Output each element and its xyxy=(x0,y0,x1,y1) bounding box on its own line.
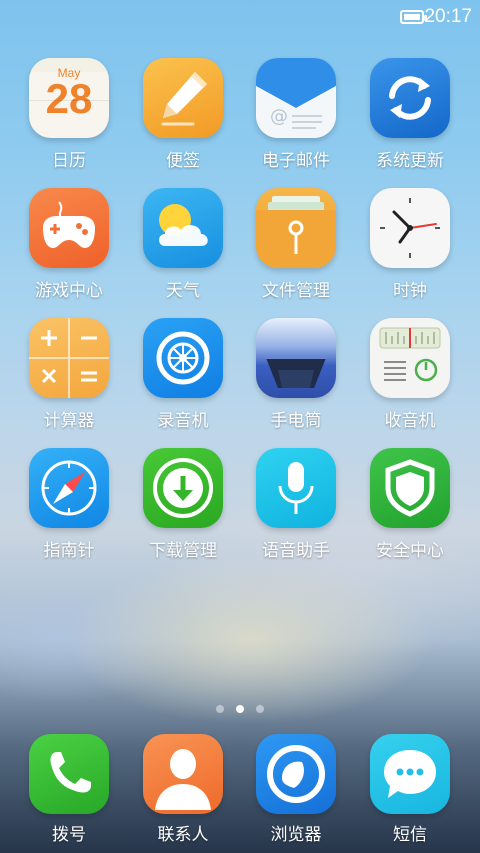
app-phone[interactable]: 拨号 xyxy=(12,734,126,845)
app-label: 拨号 xyxy=(52,825,86,845)
gamepad-icon xyxy=(29,188,109,268)
message-icon xyxy=(370,734,450,814)
app-label: 浏览器 xyxy=(270,825,322,845)
page-dot[interactable] xyxy=(216,705,224,713)
app-label: 计算器 xyxy=(43,411,95,431)
app-label: 短信 xyxy=(393,825,427,845)
app-label: 系统更新 xyxy=(376,151,444,171)
app-email[interactable]: @ 电子邮件 xyxy=(239,58,353,171)
calendar-icon: May 28 xyxy=(29,58,109,138)
calculator-icon xyxy=(29,318,109,398)
calendar-day: 28 xyxy=(45,75,93,122)
radio-icon xyxy=(370,318,450,398)
app-security[interactable]: 安全中心 xyxy=(353,448,467,561)
app-compass[interactable]: 指南针 xyxy=(12,448,126,561)
app-system-update[interactable]: 系统更新 xyxy=(353,58,467,171)
app-label: 便签 xyxy=(166,151,200,171)
page-indicator xyxy=(0,698,480,713)
clock-icon xyxy=(370,188,450,268)
app-downloads[interactable]: 下载管理 xyxy=(126,448,240,561)
app-calendar[interactable]: May 28 日历 xyxy=(12,58,126,171)
page-dot[interactable] xyxy=(256,705,264,713)
app-label: 天气 xyxy=(166,281,200,301)
app-label: 游戏中心 xyxy=(35,281,103,301)
app-flashlight[interactable]: 手电筒 xyxy=(239,318,353,431)
app-games[interactable]: 游戏中心 xyxy=(12,188,126,301)
app-label: 指南针 xyxy=(43,541,95,561)
app-label: 联系人 xyxy=(157,825,209,845)
folder-icon xyxy=(256,188,336,268)
app-contacts[interactable]: 联系人 xyxy=(126,734,240,845)
app-label: 语音助手 xyxy=(262,541,330,561)
recorder-icon xyxy=(143,318,223,398)
status-bar: 20:17 xyxy=(0,0,480,36)
shield-icon xyxy=(370,448,450,528)
app-label: 收音机 xyxy=(384,411,436,431)
app-clock[interactable]: 时钟 xyxy=(353,188,467,301)
app-label: 录音机 xyxy=(157,411,209,431)
browser-icon xyxy=(256,734,336,814)
app-calculator[interactable]: 计算器 xyxy=(12,318,126,431)
app-label: 时钟 xyxy=(393,281,427,301)
app-label: 电子邮件 xyxy=(262,151,330,171)
app-label: 安全中心 xyxy=(376,541,444,561)
contact-icon xyxy=(143,734,223,814)
app-notes[interactable]: 便签 xyxy=(126,58,240,171)
app-weather[interactable]: 天气 xyxy=(126,188,240,301)
phone-icon xyxy=(29,734,109,814)
app-label: 手电筒 xyxy=(270,411,322,431)
download-icon xyxy=(143,448,223,528)
status-time: 20:17 xyxy=(424,6,472,27)
app-file-manager[interactable]: 文件管理 xyxy=(239,188,353,301)
page-dot-active[interactable] xyxy=(236,705,244,713)
compass-icon xyxy=(29,448,109,528)
sun-cloud-icon xyxy=(143,188,223,268)
battery-icon xyxy=(400,10,427,24)
flashlight-icon xyxy=(256,318,336,398)
app-radio[interactable]: 收音机 xyxy=(353,318,467,431)
pencil-icon xyxy=(143,58,223,138)
svg-text:@: @ xyxy=(270,106,288,127)
envelope-icon: @ xyxy=(256,58,336,138)
app-recorder[interactable]: 录音机 xyxy=(126,318,240,431)
refresh-icon xyxy=(370,58,450,138)
app-voice-assistant[interactable]: 语音助手 xyxy=(239,448,353,561)
microphone-icon xyxy=(256,448,336,528)
app-messages[interactable]: 短信 xyxy=(353,734,467,845)
app-label: 下载管理 xyxy=(149,541,217,561)
app-label: 日历 xyxy=(52,151,86,171)
app-browser[interactable]: 浏览器 xyxy=(239,734,353,845)
app-label: 文件管理 xyxy=(262,281,330,301)
